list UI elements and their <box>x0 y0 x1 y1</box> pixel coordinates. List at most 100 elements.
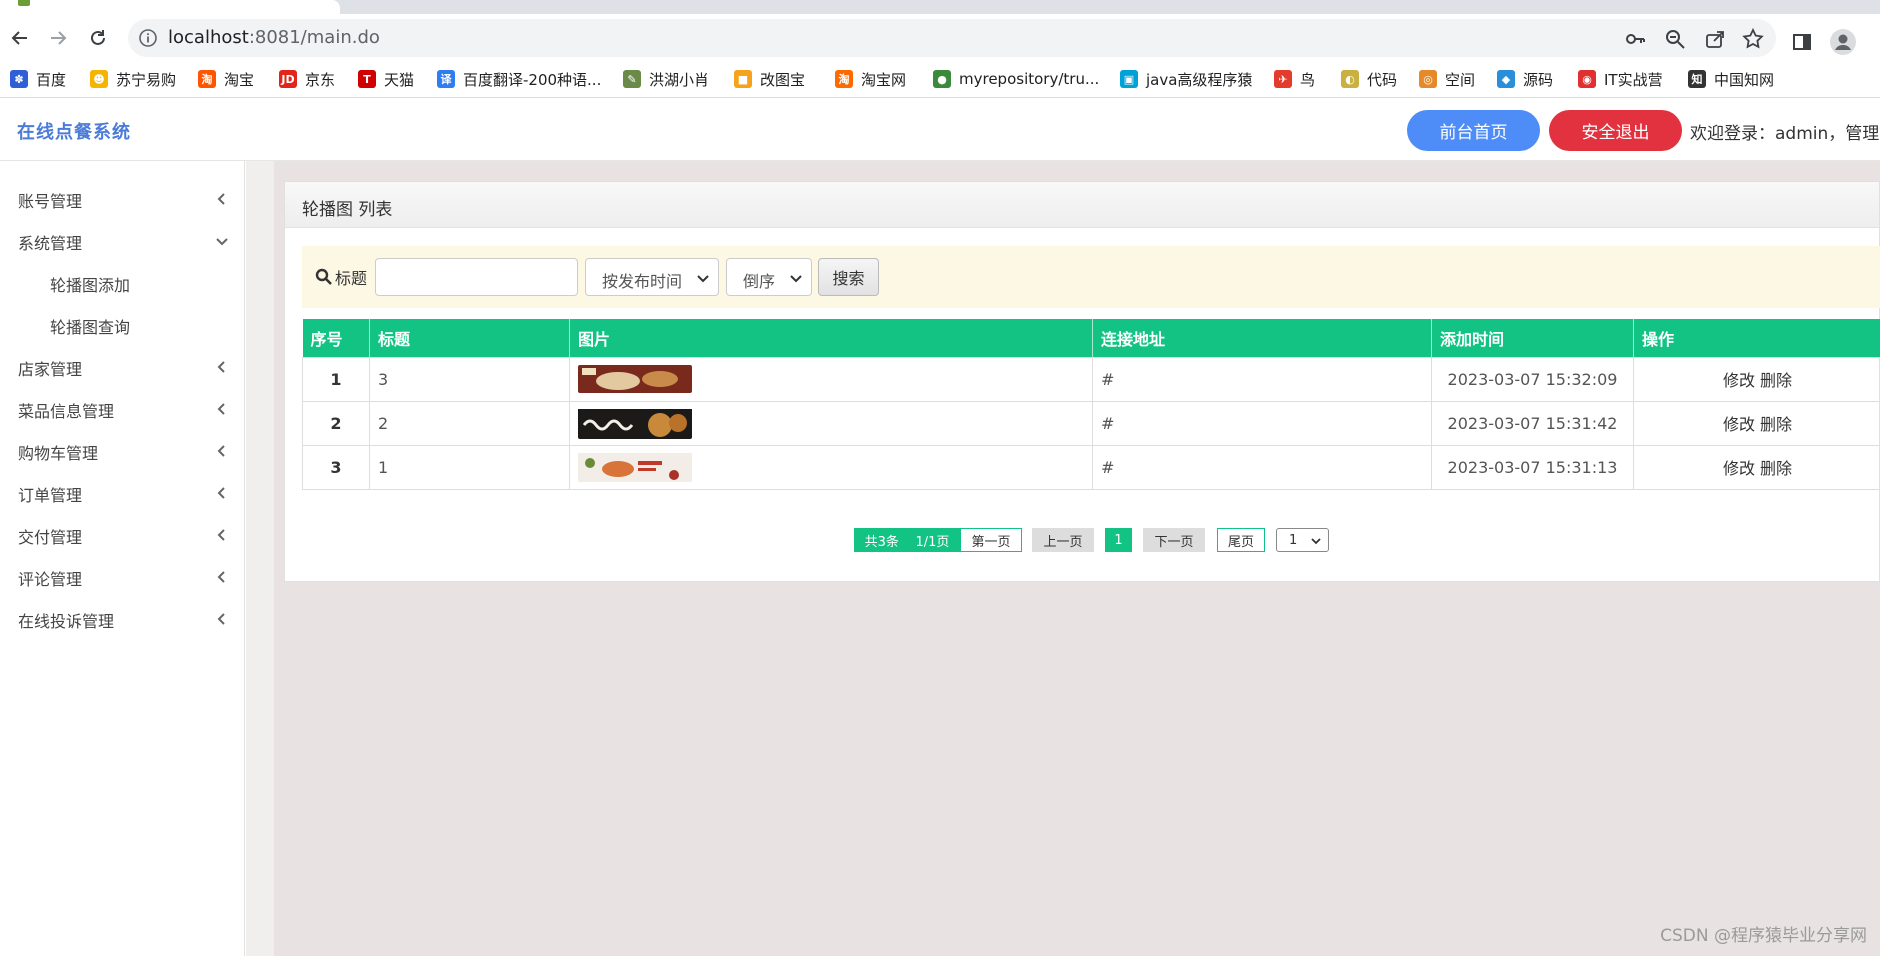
sidebar-item-accounts[interactable]: 账号管理 <box>0 179 245 221</box>
delete-link[interactable]: 删除 <box>1760 415 1792 434</box>
chevron-left-icon <box>217 571 225 583</box>
current-page-button[interactable]: 1 <box>1105 528 1132 552</box>
watermark: CSDN @程序猿毕业分享网 <box>1660 926 1867 946</box>
pagination-summary: 共3条 1/1页 <box>854 528 960 552</box>
edit-link[interactable]: 修改 <box>1723 459 1755 478</box>
cell-link: # <box>1092 356 1432 402</box>
bookmark-favicon-icon: T <box>358 70 376 88</box>
bookmark-item[interactable]: ■ 改图宝 <box>734 68 805 90</box>
browser-toolbar: localhost:8081/main.do <box>0 14 1880 62</box>
bookmark-item[interactable]: JD 京东 <box>279 68 335 90</box>
bookmark-star-icon[interactable] <box>1742 28 1764 50</box>
bookmark-item[interactable]: ◆ 源码 <box>1497 68 1553 90</box>
bookmark-favicon-icon: 淘 <box>835 70 853 88</box>
sidebar-subitem-carousel-query[interactable]: 轮播图查询 <box>0 305 245 347</box>
bookmark-item[interactable]: ✎ 洪湖小肖 <box>623 68 709 90</box>
site-info-icon[interactable] <box>138 28 158 48</box>
bookmark-item[interactable]: T 天猫 <box>358 68 414 90</box>
bookmark-favicon-icon: 译 <box>437 70 455 88</box>
bookmark-item[interactable]: ✽ 百度 <box>10 68 66 90</box>
bookmark-item[interactable]: ◎ 空间 <box>1419 68 1475 90</box>
url-path: :8081/main.do <box>248 27 380 48</box>
sidebar-subitem-carousel-add[interactable]: 轮播图添加 <box>0 263 245 305</box>
bookmark-label: 空间 <box>1445 70 1476 89</box>
table-row: 1 3 # 2023-03-07 15:32:09 修改 删除 <box>302 356 1880 402</box>
share-icon[interactable] <box>1704 28 1726 50</box>
address-bar[interactable]: localhost:8081/main.do <box>128 19 1776 57</box>
bookmark-item[interactable]: ▣ java高级程序猿 <box>1120 68 1252 90</box>
sidebar-item-system[interactable]: 系统管理 <box>0 221 245 263</box>
bookmark-label: 鸟 <box>1300 70 1316 89</box>
bookmark-item[interactable]: 译百度翻译-200种语... <box>437 68 601 90</box>
cell-link: # <box>1092 400 1432 446</box>
edit-link[interactable]: 修改 <box>1723 371 1755 390</box>
bookmark-item[interactable]: ✈ 鸟 <box>1274 68 1315 90</box>
page-jump-value: 1 <box>1289 532 1298 548</box>
sidebar-item-dishes[interactable]: 菜品信息管理 <box>0 389 245 431</box>
sidebar-item-delivery[interactable]: 交付管理 <box>0 515 245 557</box>
order-by-select[interactable]: 按发布时间 <box>585 258 719 296</box>
order-by-value: 按发布时间 <box>602 272 683 291</box>
col-header-actions: 操作 <box>1633 319 1880 357</box>
profile-avatar-icon <box>1830 29 1856 55</box>
bookmark-favicon-icon: ▣ <box>1120 70 1138 88</box>
col-header-title: 标题 <box>369 319 570 357</box>
sidebar-item-label: 在线投诉管理 <box>18 612 115 631</box>
bookmark-item[interactable]: ◉ IT实战营 <box>1578 68 1663 90</box>
bookmark-label: 中国知网 <box>1714 70 1775 89</box>
browser-tabstrip <box>0 0 1880 14</box>
next-page-button[interactable]: 下一页 <box>1143 528 1205 552</box>
first-page-button[interactable]: 第一页 <box>960 528 1022 552</box>
side-panel-button[interactable] <box>1788 28 1816 56</box>
bookmark-item[interactable]: ● myrepository/tru... <box>933 68 1099 90</box>
profile-button[interactable] <box>1829 28 1857 56</box>
search-button[interactable]: 搜索 <box>818 258 879 296</box>
bookmark-label: 京东 <box>305 70 336 89</box>
sidebar-item-complaints[interactable]: 在线投诉管理 <box>0 599 245 641</box>
bookmark-favicon-icon: ● <box>933 70 951 88</box>
last-page-button[interactable]: 尾页 <box>1217 528 1265 552</box>
sidebar-subitem-label: 轮播图查询 <box>50 318 131 337</box>
bookmark-label: 百度翻译-200种语... <box>463 70 602 89</box>
cell-image <box>569 444 1093 490</box>
page-jump-select[interactable]: 1 <box>1276 528 1329 552</box>
chevron-down-icon <box>790 275 802 283</box>
sidebar-item-cart[interactable]: 购物车管理 <box>0 431 245 473</box>
key-icon[interactable] <box>1624 28 1646 50</box>
cell-actions: 修改 删除 <box>1633 444 1880 490</box>
back-button[interactable] <box>6 24 34 52</box>
sidebar-item-comments[interactable]: 评论管理 <box>0 557 245 599</box>
chevron-down-icon <box>1311 538 1321 545</box>
carousel-thumbnail-image[interactable] <box>578 407 692 439</box>
sidebar-item-shops[interactable]: 店家管理 <box>0 347 245 389</box>
side-panel-icon <box>1793 34 1811 50</box>
bookmark-item[interactable]: 知中国知网 <box>1688 68 1774 90</box>
pagination-pages: 1/1页 <box>915 534 950 550</box>
col-header-image: 图片 <box>569 319 1093 357</box>
bookmark-item[interactable]: ☻ 苏宁易购 <box>90 68 176 90</box>
browser-active-tab[interactable] <box>0 0 340 14</box>
zoom-out-icon[interactable] <box>1664 28 1686 50</box>
sort-order-select[interactable]: 倒序 <box>726 258 812 296</box>
forward-button[interactable] <box>44 24 72 52</box>
bookmark-label: 天猫 <box>384 70 415 89</box>
carousel-thumbnail-image[interactable] <box>578 452 692 482</box>
table-row: 2 2 # 2023-03-07 15:31:42 修改 删除 <box>302 400 1880 446</box>
bookmark-item[interactable]: 淘淘宝 <box>198 68 254 90</box>
carousel-thumbnail-image[interactable] <box>578 365 692 393</box>
prev-page-button[interactable]: 上一页 <box>1032 528 1094 552</box>
frontend-home-button[interactable]: 前台首页 <box>1407 110 1540 151</box>
delete-link[interactable]: 删除 <box>1760 459 1792 478</box>
edit-link[interactable]: 修改 <box>1723 415 1755 434</box>
sidebar: 账号管理 系统管理 轮播图添加 轮播图查询 店家管理 菜品信息管理 购物车管理 … <box>0 161 245 956</box>
cell-actions: 修改 删除 <box>1633 400 1880 446</box>
bookmark-item[interactable]: 淘淘宝网 <box>835 68 906 90</box>
sidebar-item-orders[interactable]: 订单管理 <box>0 473 245 515</box>
logout-button[interactable]: 安全退出 <box>1549 110 1682 151</box>
cell-title: 1 <box>369 444 570 490</box>
reload-button[interactable] <box>84 24 112 52</box>
delete-link[interactable]: 删除 <box>1760 371 1792 390</box>
bookmark-item[interactable]: ◐ 代码 <box>1341 68 1397 90</box>
forward-arrow-icon <box>51 31 67 45</box>
title-search-input[interactable] <box>375 258 578 296</box>
